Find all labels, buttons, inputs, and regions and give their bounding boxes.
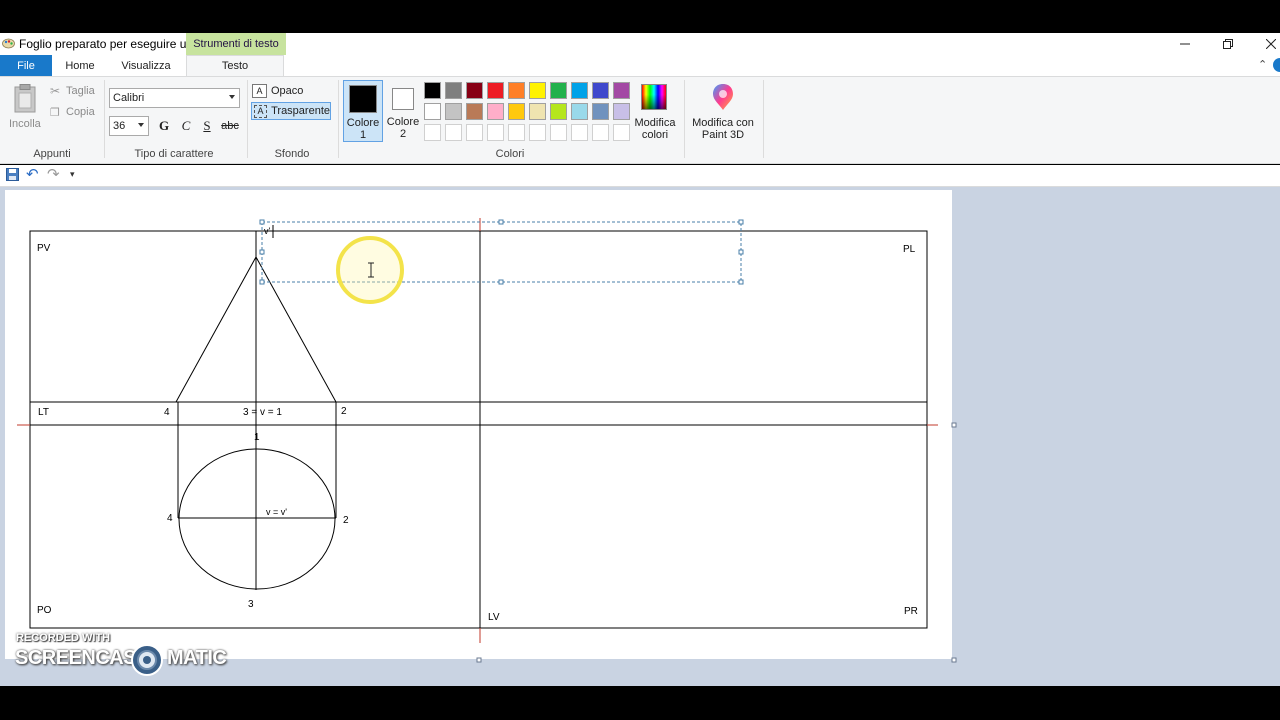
- cone-edge-right: [255, 256, 337, 403]
- label-1: 1: [254, 432, 260, 443]
- base-circle: [178, 448, 336, 590]
- label-pr: PR: [904, 606, 918, 617]
- cone-edge-left: [175, 256, 257, 403]
- drawing-frame: [29, 230, 928, 629]
- label-4-mid: 4: [167, 513, 173, 524]
- label-3: 3: [248, 599, 254, 610]
- label-lt: LT: [38, 407, 49, 418]
- bottom-letterbox: [0, 686, 1280, 720]
- screencast-logo-icon: [131, 644, 163, 676]
- label-po: PO: [37, 605, 52, 616]
- label-lv: LV: [488, 612, 500, 623]
- technical-drawing: PV PL LT 4 3 = v = 1 2 1 4 2 v = v' 3 PO…: [17, 218, 957, 663]
- watermark-matic: MATIC: [167, 647, 227, 669]
- selection-handles[interactable]: [259, 219, 744, 285]
- label-pv: PV: [37, 243, 51, 254]
- canvas-resize-handles[interactable]: [476, 422, 957, 663]
- label-v-vprime: v = v': [266, 507, 287, 517]
- cursor-highlight: [336, 236, 404, 304]
- watermark-screencast: SCREENCAST: [15, 647, 148, 669]
- label-2-top: 2: [341, 406, 347, 417]
- label-4-top: 4: [164, 407, 170, 418]
- watermark-recorded-with: RECORDED WITH: [16, 632, 111, 644]
- label-pl: PL: [903, 244, 916, 255]
- label-vprime: v': [264, 226, 271, 236]
- label-3-v-1: 3 = v = 1: [243, 407, 282, 418]
- label-2-mid: 2: [343, 515, 349, 526]
